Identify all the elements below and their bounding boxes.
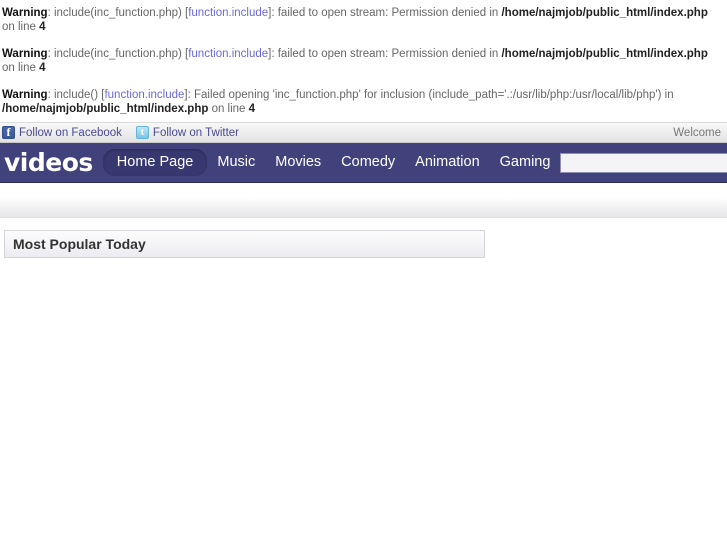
facebook-icon: [2, 125, 15, 139]
warning-file-path: /home/najmjob/public_html/index.php: [2, 103, 209, 115]
warning-file-path: /home/najmjob/public_html/index.php: [501, 7, 708, 19]
panel-title: Most Popular Today: [13, 236, 146, 252]
php-warning-message: Warning: include(inc_function.php) [func…: [0, 47, 727, 75]
search-container: [560, 152, 727, 173]
panel-header: Most Popular Today: [5, 231, 484, 257]
sub-header-strip: [0, 198, 727, 218]
nav-item-movies[interactable]: Movies: [265, 149, 331, 176]
nav-item-comedy[interactable]: Comedy: [331, 149, 405, 176]
nav-item-gaming[interactable]: Gaming: [490, 149, 561, 176]
social-bar: Follow on Facebook Follow on Twitter Wel…: [0, 122, 727, 143]
warning-text-after-link: ]: failed to open stream: Permission den…: [268, 7, 502, 19]
function-include-link[interactable]: function.include: [188, 48, 268, 60]
warning-line-number: 4: [39, 21, 46, 33]
warning-text-before-link: : include(inc_function.php) [: [47, 48, 189, 60]
nav-item-animation[interactable]: Animation: [405, 149, 489, 176]
php-error-list: Warning: include(inc_function.php) [func…: [0, 0, 727, 116]
follow-on-twitter-link[interactable]: Follow on Twitter: [135, 126, 239, 139]
search-input[interactable]: [560, 152, 727, 173]
nav-item-music[interactable]: Music: [207, 149, 265, 176]
warning-text-after-link: ]: failed to open stream: Permission den…: [268, 48, 502, 60]
php-warning-message: Warning: include() [function.include]: F…: [0, 88, 727, 116]
warning-label: Warning: [2, 89, 48, 101]
warning-text-before-link: : include() [: [47, 89, 105, 101]
php-warning-message: Warning: include(inc_function.php) [func…: [0, 6, 727, 34]
warning-label: Warning: [2, 48, 48, 60]
follow-on-facebook-link[interactable]: Follow on Facebook: [2, 125, 122, 139]
twitter-icon: [135, 126, 149, 139]
main-navigation-bar: videos Home Page Music Movies Comedy Ani…: [0, 143, 727, 183]
warning-text-before-link: : include(inc_function.php) [: [47, 7, 189, 19]
warning-tail: on line: [2, 21, 40, 33]
welcome-text: Welcome: [673, 126, 721, 139]
site-logo[interactable]: videos: [0, 143, 103, 183]
nav-spacer: [0, 183, 727, 198]
warning-file-path: /home/najmjob/public_html/index.php: [501, 48, 708, 60]
warning-line-number: 4: [39, 62, 46, 74]
warning-tail: on line: [2, 62, 40, 74]
warning-text-after-link: ]: Failed opening 'inc_function.php' for…: [184, 89, 674, 101]
most-popular-today-panel: Most Popular Today: [4, 230, 485, 258]
warning-label: Warning: [2, 7, 48, 19]
main-content: Most Popular Today: [0, 218, 727, 258]
nav-item-home-page[interactable]: Home Page: [102, 149, 208, 176]
empty-page-area: [0, 258, 727, 545]
function-include-link[interactable]: function.include: [104, 89, 184, 101]
warning-line-number: 4: [248, 103, 256, 115]
function-include-link[interactable]: function.include: [188, 7, 268, 19]
follow-on-twitter-label: Follow on Twitter: [152, 126, 239, 139]
nav-item-list: Home Page Music Movies Comedy Animation …: [102, 149, 561, 176]
follow-on-facebook-label: Follow on Facebook: [19, 126, 122, 139]
warning-tail: on line: [208, 103, 249, 115]
